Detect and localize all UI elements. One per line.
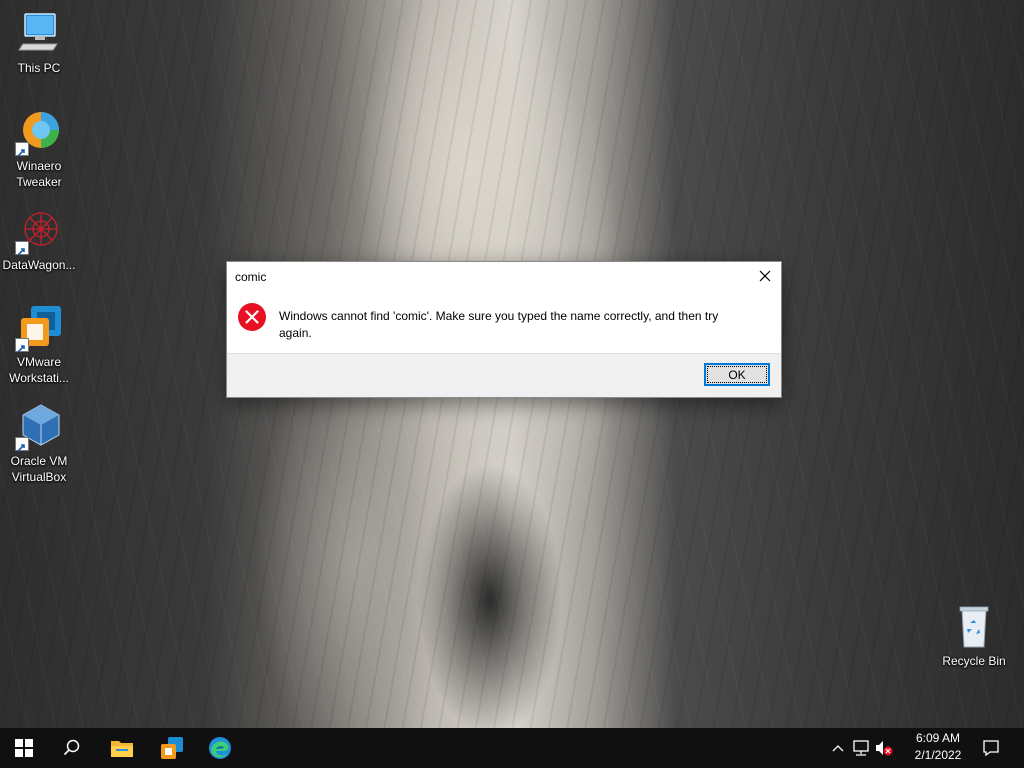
desktop-icon-label: Winaero Tweaker: [16, 159, 62, 189]
dialog-message: Windows cannot find 'comic'. Make sure y…: [279, 309, 719, 340]
desktop-icon-label: Oracle VM VirtualBox: [10, 454, 68, 484]
winaero-tweaker-icon: [15, 108, 63, 157]
close-icon: [759, 270, 771, 282]
desktop-icon-label: DataWagon...: [2, 258, 76, 272]
start-button[interactable]: [0, 728, 48, 768]
file-explorer-button[interactable]: [98, 728, 146, 768]
datawagon-icon: [15, 207, 63, 256]
dialog-title: comic: [235, 270, 267, 284]
recycle-bin-icon: [950, 603, 998, 651]
oracle-vm-virtualbox-icon: [15, 403, 63, 452]
shortcut-arrow-icon: [15, 338, 29, 353]
desktop-icon-label: VMware Workstati...: [9, 355, 69, 385]
tray-date: 2/1/2022: [914, 748, 962, 762]
show-hidden-icons-button[interactable]: [828, 738, 848, 758]
this-pc-icon: [15, 10, 63, 58]
notification-icon: [983, 740, 999, 757]
vmware-taskbar-button[interactable]: [148, 728, 196, 768]
volume-muted-icon: [876, 741, 893, 756]
shortcut-arrow-icon: [15, 437, 29, 452]
windows-logo-icon: [15, 739, 33, 757]
folder-icon: [111, 741, 133, 757]
edge-icon: [209, 737, 231, 759]
vmware-icon: [161, 737, 183, 759]
desktop-icon-recycle-bin[interactable]: Recycle Bin: [936, 603, 1012, 669]
vmware-workstation-icon: [15, 304, 63, 353]
desktop-icon-label: This PC: [17, 61, 61, 75]
dialog-close-button[interactable]: [749, 262, 781, 290]
desktop-icon-label: Recycle Bin: [942, 654, 1006, 668]
tray-time: 6:09 AM: [915, 731, 961, 745]
desktop-icon-this-pc[interactable]: This PC: [1, 10, 77, 76]
error-dialog: comic Windows cannot find 'comic'. Make …: [226, 261, 782, 398]
chevron-up-icon: [832, 745, 844, 752]
tray-clock[interactable]: 6:09 AM 2/1/2022: [906, 730, 970, 766]
dialog-footer: OK: [227, 353, 781, 397]
desktop-icon-vmware-workstation[interactable]: VMware Workstati...: [1, 304, 77, 386]
desktop-icon-winaero-tweaker[interactable]: Winaero Tweaker: [1, 108, 77, 190]
desktop-icon-datawagon[interactable]: DataWagon...: [1, 207, 77, 273]
search-button[interactable]: [48, 728, 96, 768]
shortcut-arrow-icon: [15, 142, 29, 157]
search-icon: [63, 739, 80, 756]
volume-button[interactable]: [874, 738, 894, 758]
error-icon: [237, 302, 267, 332]
action-center-button[interactable]: [981, 738, 1001, 758]
edge-button[interactable]: [196, 728, 244, 768]
taskbar: 6:09 AM 2/1/2022: [0, 728, 1024, 768]
shortcut-arrow-icon: [15, 241, 29, 256]
desktop-icon-oracle-vm-virtualbox[interactable]: Oracle VM VirtualBox: [1, 403, 77, 485]
dialog-body: Windows cannot find 'comic'. Make sure y…: [227, 292, 781, 355]
network-button[interactable]: [851, 738, 871, 758]
network-icon: [853, 740, 869, 756]
ok-button[interactable]: OK: [704, 363, 770, 386]
desktop: This PC Winaero Tweaker DataWagon... VMw…: [0, 0, 1024, 728]
